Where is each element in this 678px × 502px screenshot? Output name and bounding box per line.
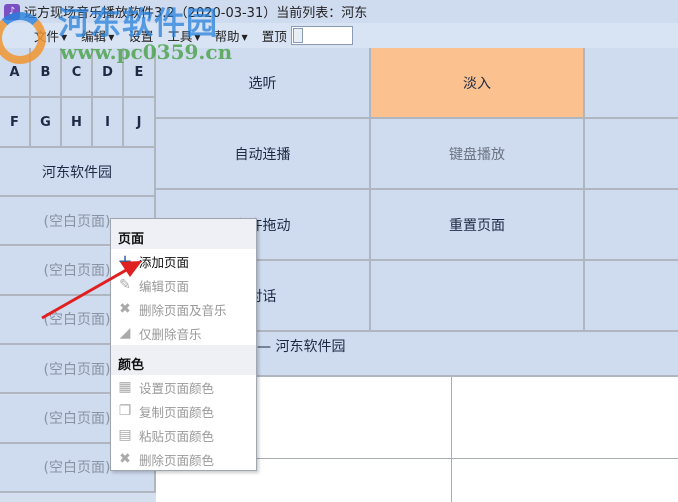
red-arrow-annotation	[41, 261, 142, 320]
